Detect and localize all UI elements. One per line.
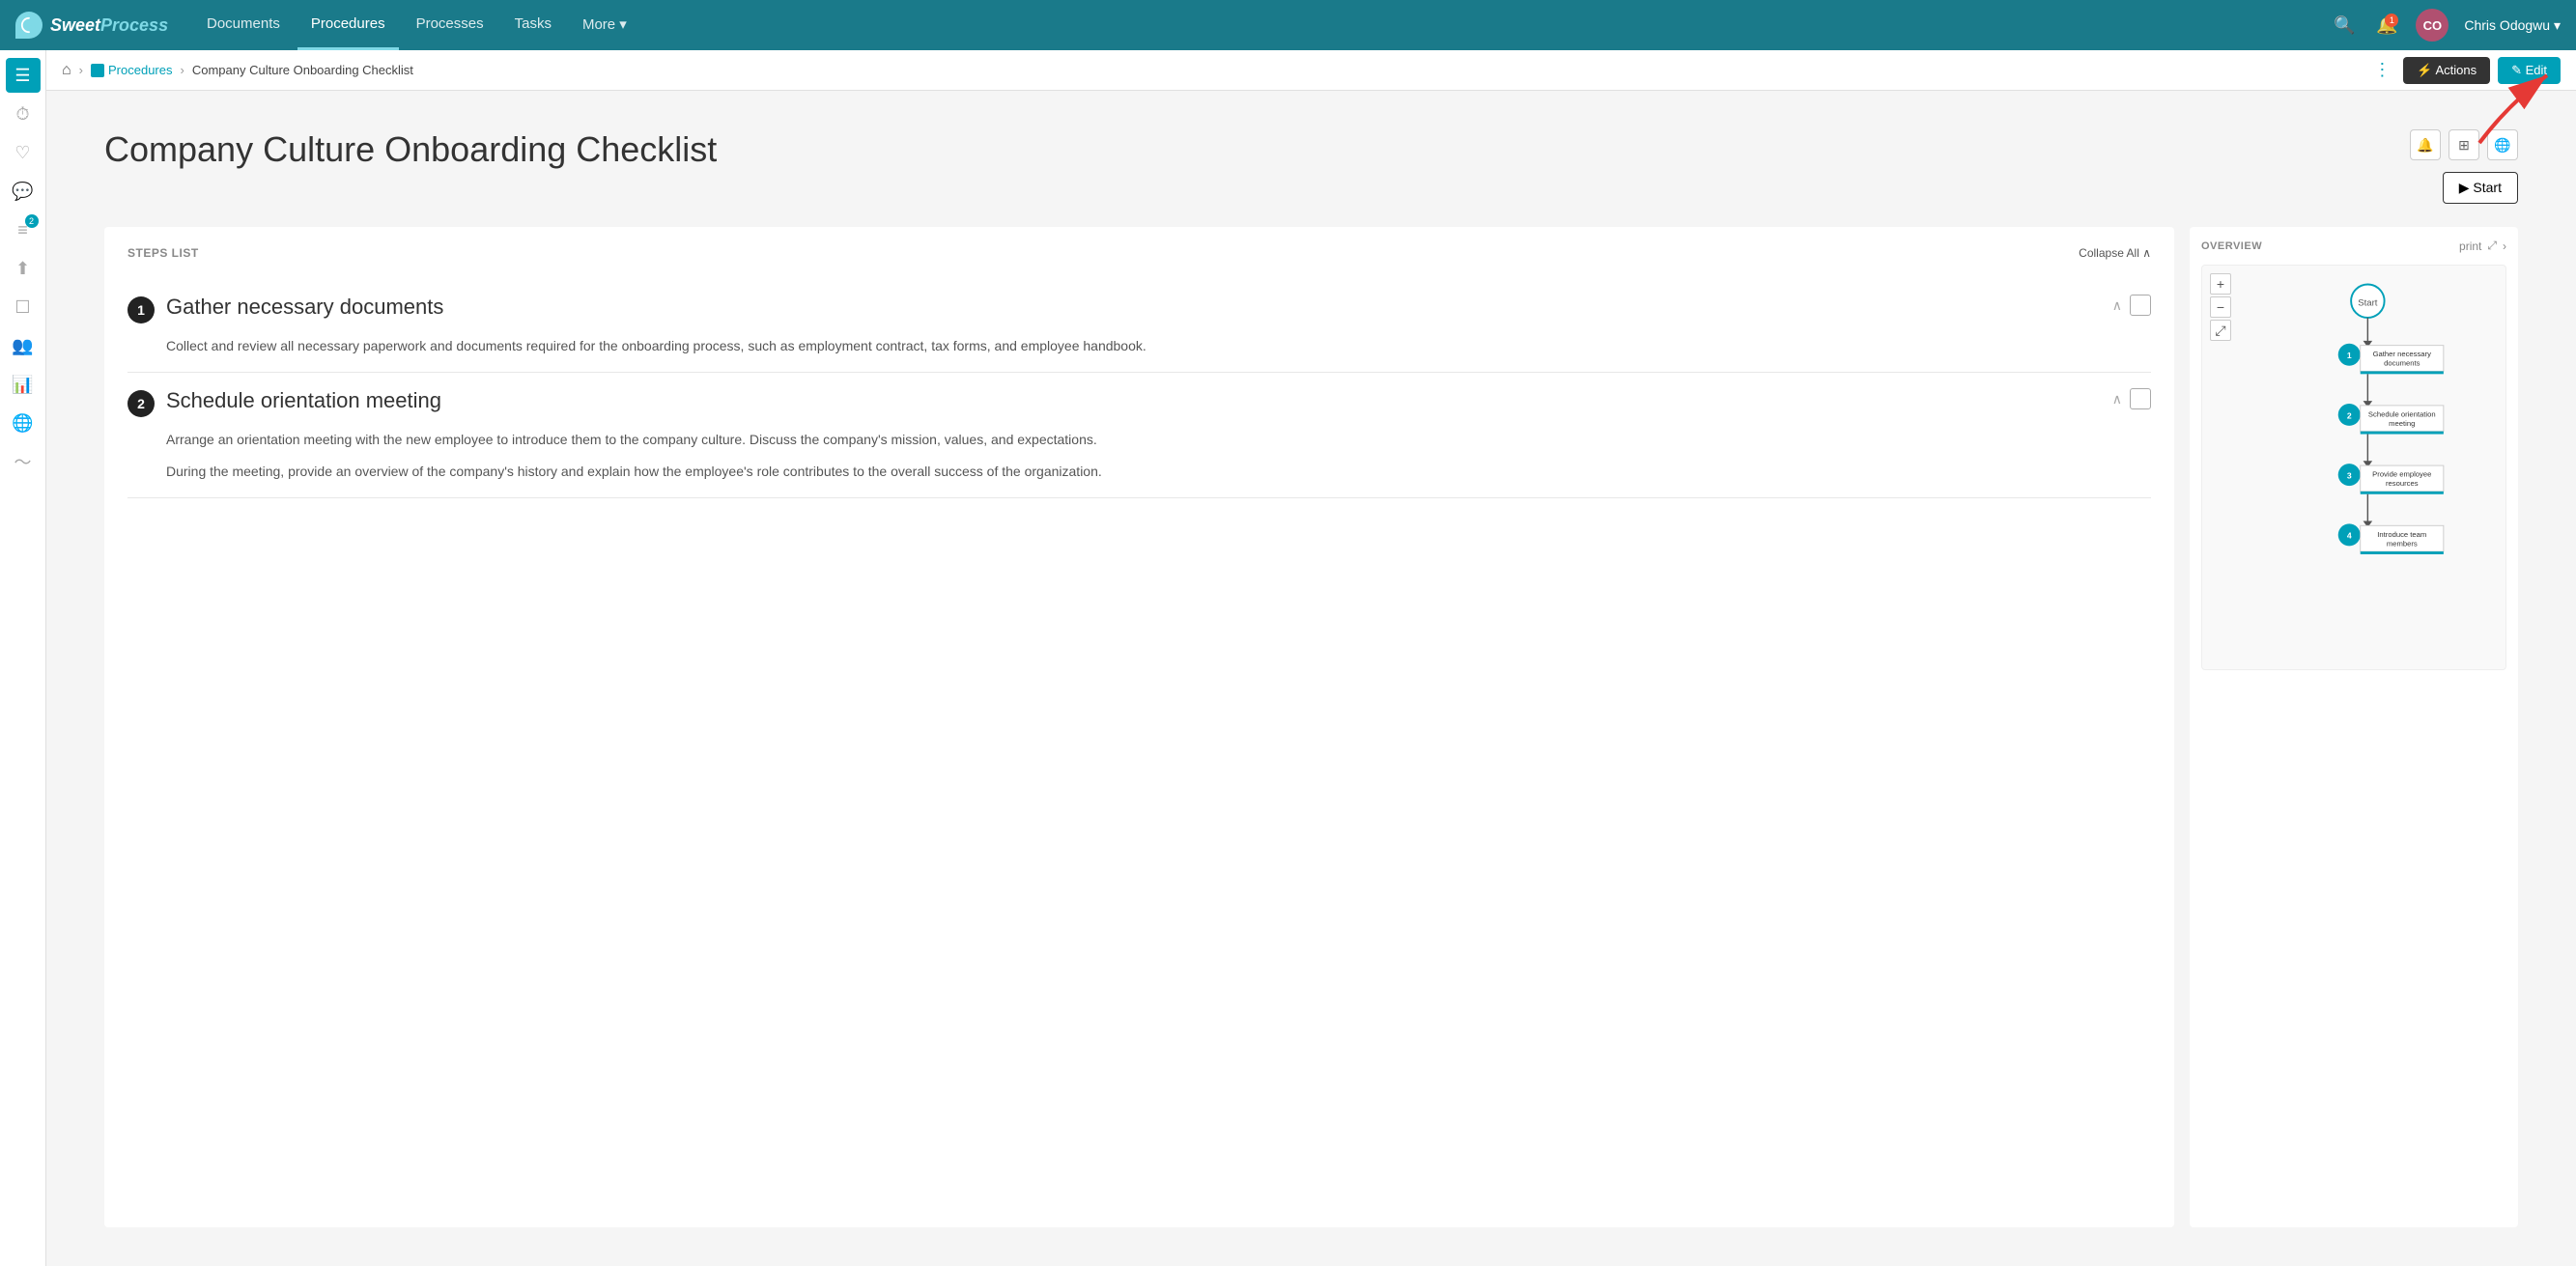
top-nav: SweetProcess Documents Procedures Proces… bbox=[0, 0, 2576, 50]
procedure-title: Company Culture Onboarding Checklist bbox=[104, 129, 2402, 170]
sidebar-item-tasks[interactable]: ≡ 2 bbox=[6, 212, 41, 247]
page-breadcrumb: Company Culture Onboarding Checklist bbox=[192, 63, 413, 77]
left-sidebar: ☰ ⏱ ♡ 💬 ≡ 2 ⬆ ☐ 👥 📊 🌐 〜 bbox=[0, 50, 46, 1266]
svg-text:4: 4 bbox=[2347, 531, 2352, 541]
svg-text:1: 1 bbox=[2347, 351, 2352, 360]
nav-processes[interactable]: Processes bbox=[403, 0, 497, 50]
notification-title-btn[interactable]: 🔔 bbox=[2410, 129, 2441, 160]
sidebar-item-recent[interactable]: ⏱ bbox=[6, 97, 41, 131]
overview-header: OVERVIEW print ⤢ › bbox=[2201, 239, 2506, 253]
nav-procedures[interactable]: Procedures bbox=[297, 0, 399, 50]
sidebar-item-team[interactable]: 👥 bbox=[6, 328, 41, 363]
step-2-checkbox[interactable] bbox=[2130, 388, 2151, 409]
brand-sweet: Sweet bbox=[50, 15, 100, 35]
steps-list-label: STEPS LIST bbox=[127, 246, 199, 260]
step-1-title: Gather necessary documents bbox=[166, 295, 2101, 320]
next-control[interactable]: › bbox=[2503, 239, 2506, 253]
step-2-description: Arrange an orientation meeting with the … bbox=[166, 429, 2151, 482]
step-2-chevron[interactable]: ∧ bbox=[2112, 391, 2122, 408]
procedures-breadcrumb-icon bbox=[91, 64, 104, 77]
nav-tasks[interactable]: Tasks bbox=[501, 0, 565, 50]
svg-text:documents: documents bbox=[2384, 359, 2420, 368]
actions-button[interactable]: ⚡ Actions bbox=[2403, 57, 2490, 84]
sidebar-item-favorites[interactable]: ♡ bbox=[6, 135, 41, 170]
step-1-chevron[interactable]: ∧ bbox=[2112, 297, 2122, 314]
svg-text:Schedule orientation: Schedule orientation bbox=[2368, 409, 2436, 418]
flowchart-svg: Start 1 Gather necessary documents bbox=[2210, 273, 2498, 661]
print-control[interactable]: print bbox=[2459, 239, 2481, 253]
zoom-in-button[interactable]: + bbox=[2210, 273, 2231, 295]
step-2-number: 2 bbox=[127, 390, 155, 417]
sidebar-item-globe[interactable]: 🌐 bbox=[6, 406, 41, 440]
step-1: 1 Gather necessary documents ∧ Collect a… bbox=[127, 279, 2151, 373]
step-1-checkbox[interactable] bbox=[2130, 295, 2151, 316]
sidebar-item-integrations[interactable]: 〜 bbox=[6, 444, 41, 479]
notification-badge: 1 bbox=[2385, 14, 2398, 27]
step-1-header: 1 Gather necessary documents ∧ bbox=[127, 295, 2151, 324]
breadcrumb-actions: ⋮ ⚡ Actions ✎ Edit bbox=[2368, 57, 2561, 84]
svg-text:2: 2 bbox=[2347, 410, 2352, 420]
steps-panel: STEPS LIST Collapse All ∧ 1 Gather neces… bbox=[104, 227, 2174, 1227]
sidebar-item-home[interactable]: ☰ bbox=[6, 58, 41, 93]
overview-controls: print ⤢ › bbox=[2459, 239, 2506, 253]
svg-text:Provide employee: Provide employee bbox=[2372, 470, 2431, 479]
table-title-btn[interactable]: ⊞ bbox=[2449, 129, 2479, 160]
overview-panel: OVERVIEW print ⤢ › + − ⤢ Start bbox=[2190, 227, 2518, 1227]
three-dots-menu[interactable]: ⋮ bbox=[2368, 57, 2395, 84]
steps-header: STEPS LIST Collapse All ∧ bbox=[127, 246, 2151, 260]
title-actions: 🔔 ⊞ 🌐 ▶ Start bbox=[2402, 129, 2518, 204]
step-1-description: Collect and review all necessary paperwo… bbox=[166, 335, 2151, 356]
sidebar-item-docs[interactable]: ☐ bbox=[6, 290, 41, 324]
user-avatar[interactable]: CO bbox=[2416, 9, 2449, 42]
flowchart: + − ⤢ Start 1 Gather necessary bbox=[2201, 265, 2506, 670]
svg-text:members: members bbox=[2387, 539, 2418, 548]
nav-right: 🔍 🔔 1 CO Chris Odogwu ▾ bbox=[2331, 9, 2561, 42]
brand-logo-area[interactable]: SweetProcess bbox=[15, 12, 170, 39]
nav-more[interactable]: More ▾ bbox=[569, 0, 640, 50]
title-section: Company Culture Onboarding Checklist 🔔 ⊞… bbox=[46, 91, 2576, 227]
step-2-controls: ∧ bbox=[2112, 388, 2151, 409]
breadcrumb-sep-1: › bbox=[79, 63, 83, 77]
sidebar-item-analytics[interactable]: 📊 bbox=[6, 367, 41, 402]
brand-icon bbox=[15, 12, 42, 39]
sidebar-item-comments[interactable]: 💬 bbox=[6, 174, 41, 209]
svg-text:Introduce team: Introduce team bbox=[2377, 530, 2426, 539]
start-button[interactable]: ▶ Start bbox=[2443, 172, 2518, 204]
brand-process: Process bbox=[100, 15, 168, 35]
step-1-number: 1 bbox=[127, 296, 155, 324]
breadcrumb-bar: ⌂ › Procedures › Company Culture Onboard… bbox=[46, 50, 2576, 91]
step-2: 2 Schedule orientation meeting ∧ Arrange… bbox=[127, 373, 2151, 498]
sidebar-item-upload[interactable]: ⬆ bbox=[6, 251, 41, 286]
search-icon[interactable]: 🔍 bbox=[2331, 12, 2358, 39]
globe-title-btn[interactable]: 🌐 bbox=[2487, 129, 2518, 160]
svg-text:Gather necessary: Gather necessary bbox=[2373, 350, 2431, 358]
svg-text:Start: Start bbox=[2358, 298, 2378, 309]
svg-text:meeting: meeting bbox=[2389, 419, 2415, 428]
zoom-out-button[interactable]: − bbox=[2210, 296, 2231, 318]
nav-links: Documents Procedures Processes Tasks Mor… bbox=[193, 0, 2307, 50]
main-content: Company Culture Onboarding Checklist 🔔 ⊞… bbox=[46, 91, 2576, 1266]
flow-zoom-controls: + − ⤢ bbox=[2210, 273, 2231, 341]
notifications-icon[interactable]: 🔔 1 bbox=[2373, 12, 2400, 39]
zoom-fit-button[interactable]: ⤢ bbox=[2210, 320, 2231, 341]
tasks-badge: 2 bbox=[25, 214, 39, 228]
edit-button[interactable]: ✎ Edit bbox=[2498, 57, 2561, 84]
procedures-breadcrumb[interactable]: Procedures bbox=[91, 63, 172, 77]
home-breadcrumb[interactable]: ⌂ bbox=[62, 62, 71, 79]
title-icon-group: 🔔 ⊞ 🌐 bbox=[2410, 129, 2518, 160]
collapse-all-button[interactable]: Collapse All ∧ bbox=[2079, 246, 2151, 260]
svg-text:resources: resources bbox=[2386, 479, 2419, 488]
svg-text:3: 3 bbox=[2347, 470, 2352, 480]
user-name[interactable]: Chris Odogwu ▾ bbox=[2464, 17, 2561, 34]
step-2-header: 2 Schedule orientation meeting ∧ bbox=[127, 388, 2151, 417]
overview-title-label: OVERVIEW bbox=[2201, 240, 2262, 252]
content-area: STEPS LIST Collapse All ∧ 1 Gather neces… bbox=[46, 227, 2576, 1266]
expand-control[interactable]: ⤢ bbox=[2487, 239, 2497, 253]
nav-documents[interactable]: Documents bbox=[193, 0, 294, 50]
breadcrumb-sep-2: › bbox=[181, 63, 184, 77]
step-2-title: Schedule orientation meeting bbox=[166, 388, 2101, 413]
step-1-controls: ∧ bbox=[2112, 295, 2151, 316]
